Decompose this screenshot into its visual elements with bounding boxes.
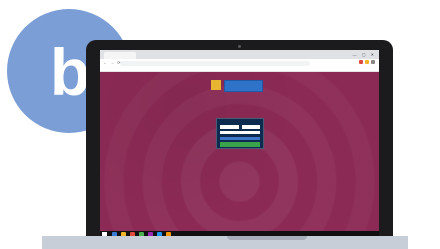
- browser-tab[interactable]: [104, 52, 136, 59]
- password-input[interactable]: [242, 125, 260, 129]
- login-button[interactable]: [220, 142, 260, 147]
- popup-icon: [211, 80, 221, 90]
- laptop-screen: — ▢ ✕ ← → ⟳: [100, 50, 379, 238]
- laptop-frame: — ▢ ✕ ← → ⟳: [86, 40, 393, 238]
- camera-icon: [238, 45, 241, 48]
- laptop-notch: [227, 236, 307, 240]
- laptop-base: [42, 236, 408, 249]
- option-button[interactable]: [220, 137, 260, 140]
- window-controls[interactable]: — ▢ ✕: [353, 52, 376, 57]
- nav-icons[interactable]: ← → ⟳: [103, 60, 122, 65]
- popup-banner[interactable]: [224, 80, 263, 92]
- bookmarks-bar[interactable]: [100, 67, 379, 72]
- site-logo: [218, 106, 262, 114]
- extra-input[interactable]: [220, 131, 260, 134]
- browser-titlebar: — ▢ ✕: [100, 50, 379, 59]
- username-input[interactable]: [220, 125, 239, 129]
- address-bar[interactable]: [120, 60, 310, 66]
- extension-icons[interactable]: [359, 60, 375, 64]
- login-form: [216, 118, 264, 149]
